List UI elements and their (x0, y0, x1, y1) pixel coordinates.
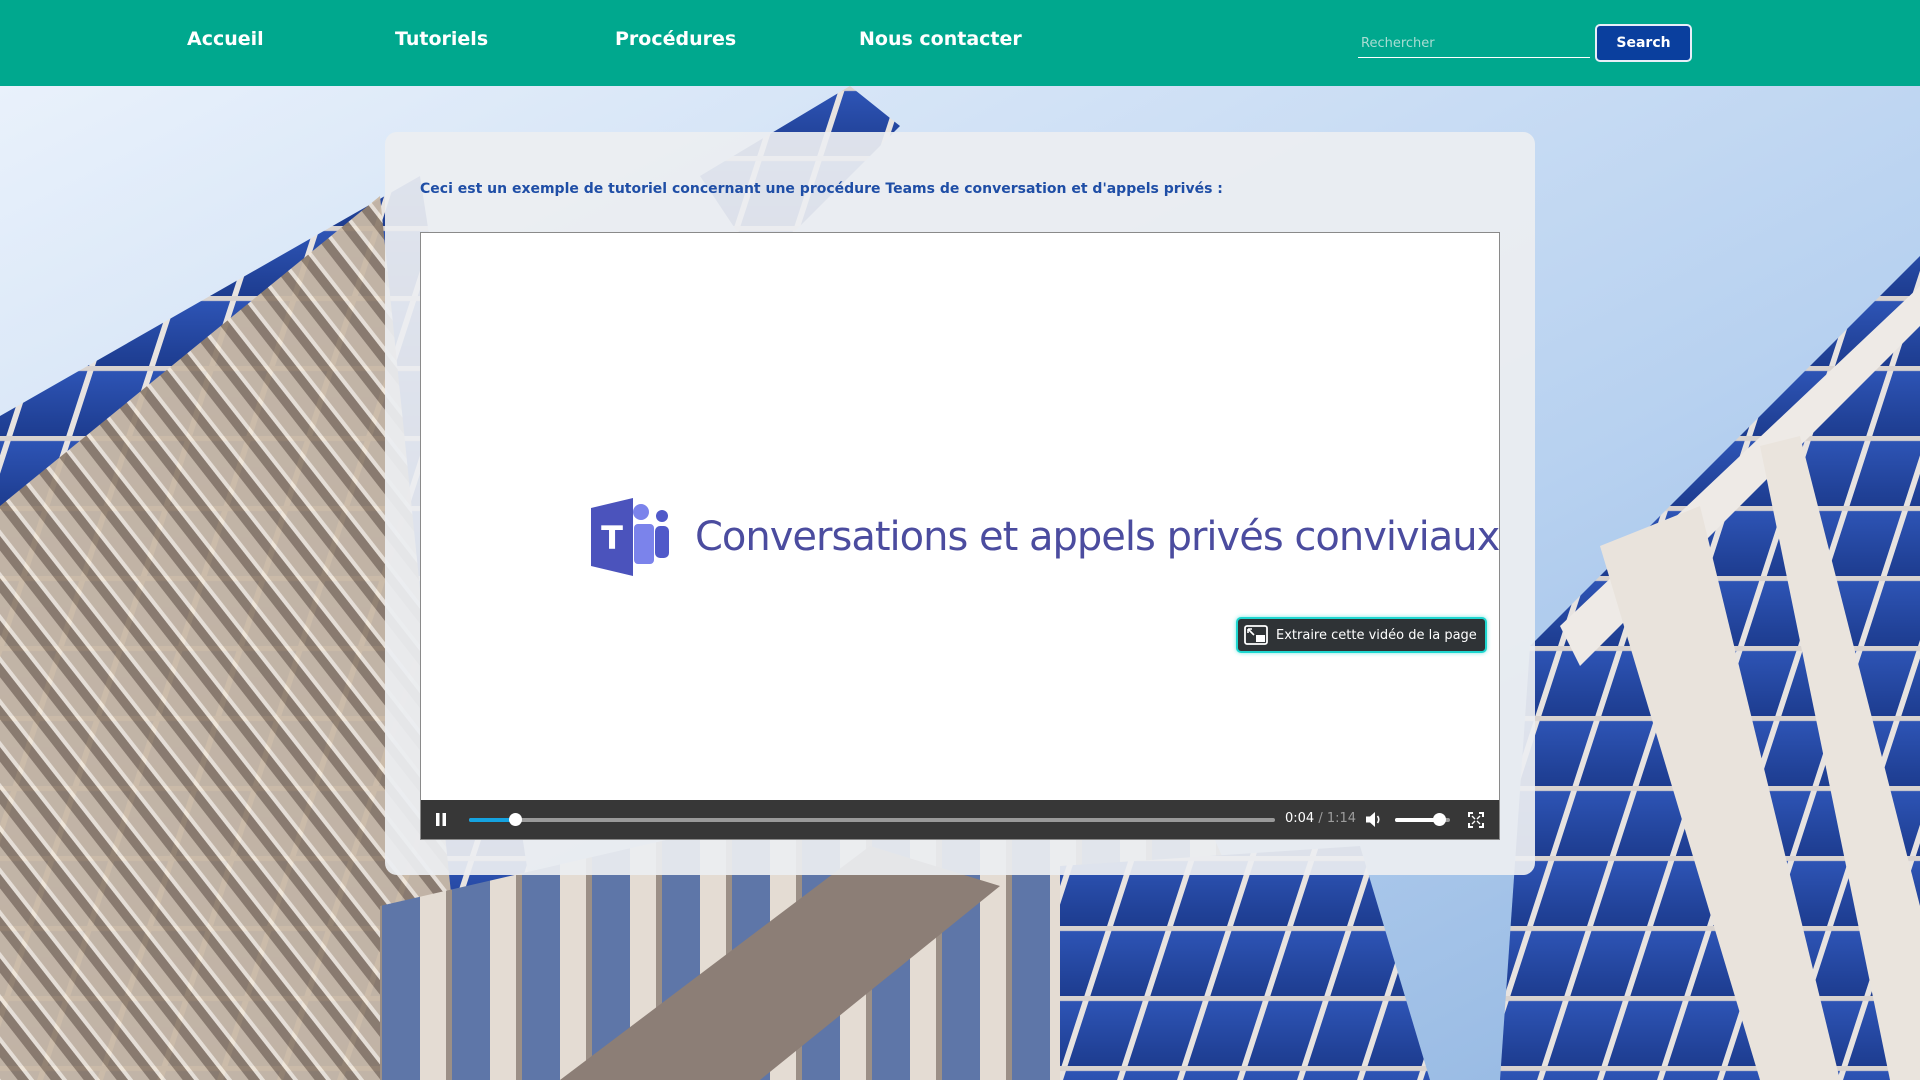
volume-slider[interactable] (1395, 813, 1450, 826)
search-button[interactable]: Search (1595, 24, 1692, 62)
content-panel: Ceci est un exemple de tutoriel concerna… (385, 132, 1535, 875)
pip-icon (1244, 625, 1268, 645)
volume-handle[interactable] (1433, 813, 1446, 826)
video-slide: T Conversations et appels privés convivi… (591, 498, 1499, 576)
top-navigation-bar: Accueil Tutoriels Procédures Nous contac… (0, 0, 1920, 86)
nav-link-accueil[interactable]: Accueil (187, 28, 264, 50)
nav-link-tutoriels[interactable]: Tutoriels (395, 28, 488, 50)
picture-in-picture-button[interactable]: Extraire cette vidéo de la page (1236, 617, 1487, 653)
fullscreen-icon[interactable] (1468, 812, 1484, 828)
seek-bar-handle[interactable] (508, 813, 522, 826)
nav-link-nous-contacter[interactable]: Nous contacter (859, 28, 1022, 50)
time-display: 0:04 / 1:14 (1285, 811, 1356, 826)
seek-bar[interactable] (469, 813, 1275, 826)
video-controls-bar: 0:04 / 1:14 (421, 800, 1499, 839)
svg-text:T: T (601, 519, 623, 557)
slide-title: Conversations et appels privés conviviau… (695, 514, 1500, 560)
time-separator: / (1318, 811, 1323, 826)
total-duration: 1:14 (1326, 811, 1357, 826)
video-player[interactable]: T Conversations et appels privés convivi… (420, 232, 1500, 840)
nav-link-procedures[interactable]: Procédures (615, 28, 736, 50)
pip-button-label: Extraire cette vidéo de la page (1276, 627, 1477, 643)
pause-icon[interactable] (435, 813, 447, 826)
tutorial-intro-text: Ceci est un exemple de tutoriel concerna… (420, 181, 1223, 197)
volume-icon[interactable] (1365, 811, 1383, 828)
search-input[interactable] (1358, 30, 1590, 58)
microsoft-teams-logo: T (591, 498, 669, 576)
current-time: 0:04 (1285, 811, 1315, 826)
